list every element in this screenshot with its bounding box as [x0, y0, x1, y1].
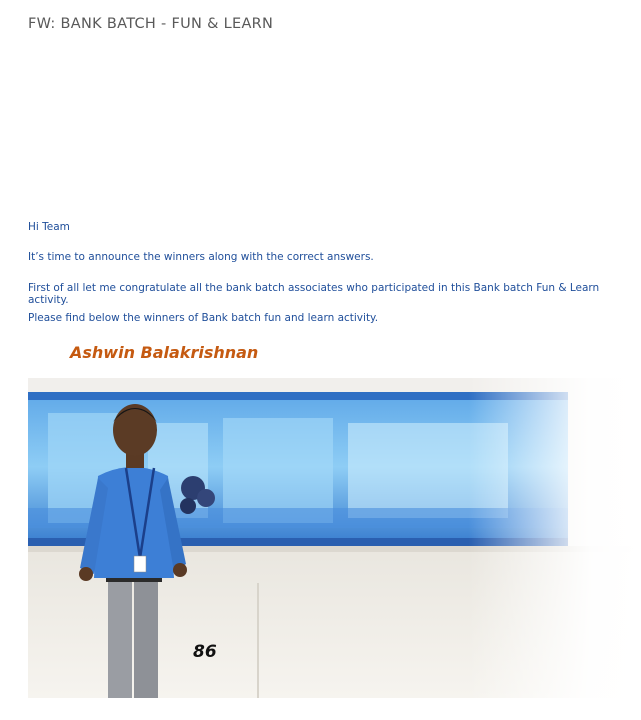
body-paragraph-2: First of all let me congratulate all the… — [28, 282, 600, 306]
email-view: FW: BANK BATCH - FUN & LEARN Hi Team It’… — [0, 0, 641, 720]
body-paragraph-1: It’s time to announce the winners along … — [28, 251, 374, 263]
greeting-text: Hi Team — [28, 221, 70, 233]
winner-photo-illustration — [28, 378, 640, 698]
winner-name: Ashwin Balakrishnan — [70, 343, 259, 362]
photo-number-label: 86 — [193, 642, 217, 662]
email-subject: FW: BANK BATCH - FUN & LEARN — [28, 16, 274, 32]
winner-photo: 86 — [28, 378, 640, 698]
body-paragraph-3: Please find below the winners of Bank ba… — [28, 312, 379, 324]
